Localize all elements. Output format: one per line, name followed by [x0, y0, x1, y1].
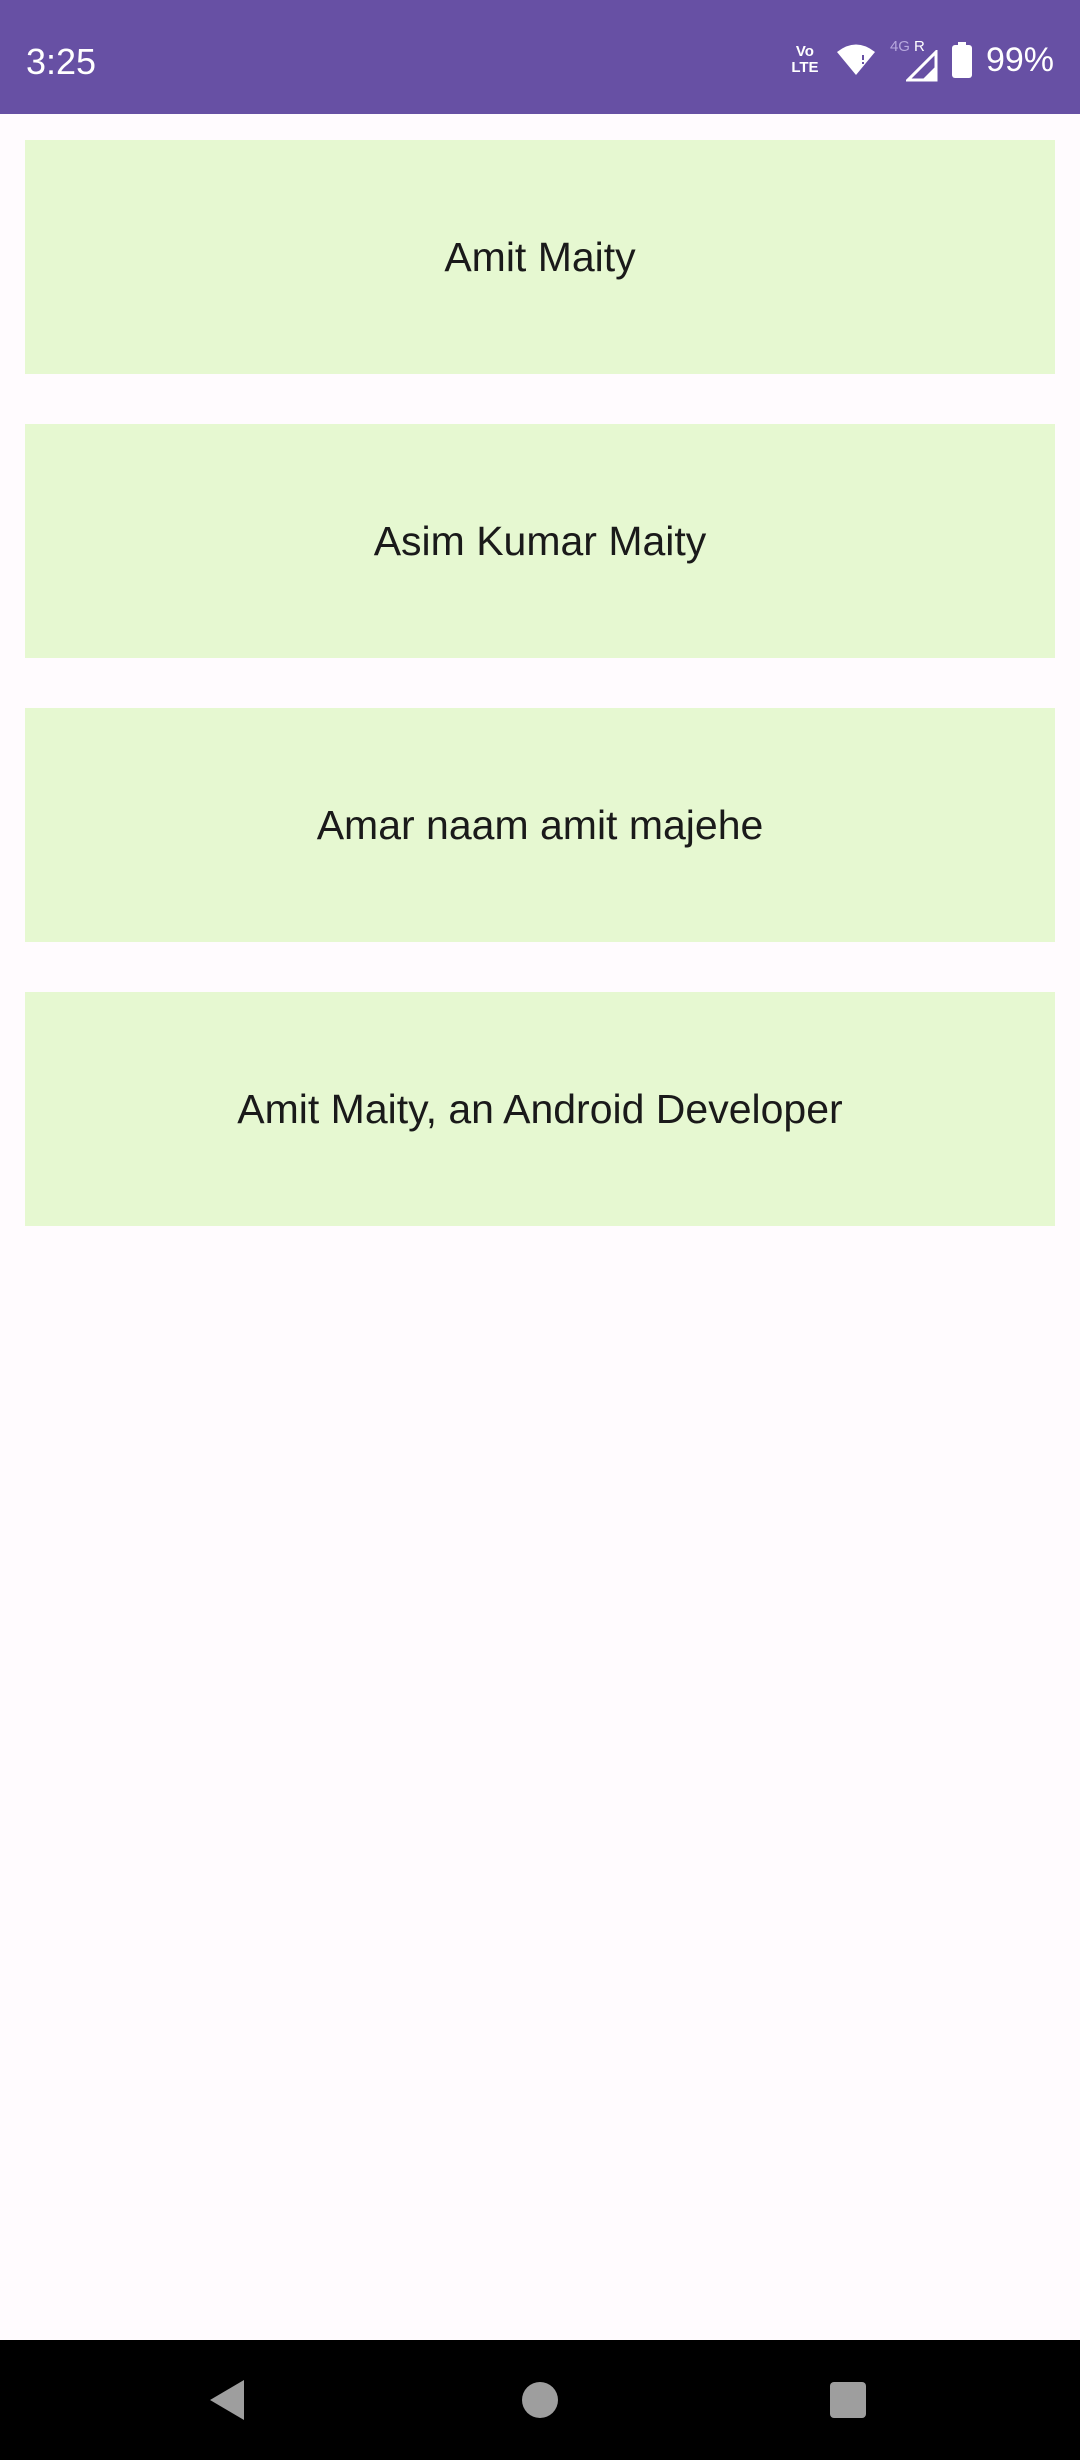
volte-icon: Vo LTE	[788, 44, 822, 76]
list-item[interactable]: Amar naam amit majehe	[25, 708, 1055, 942]
list-item-label: Asim Kumar Maity	[373, 517, 707, 564]
list-item[interactable]: Asim Kumar Maity	[25, 424, 1055, 658]
battery-percentage: 99%	[985, 41, 1054, 79]
list-item[interactable]: Amit Maity, an Android Developer	[25, 992, 1055, 1226]
recents-button[interactable]	[788, 2340, 908, 2460]
navigation-bar	[0, 2340, 1080, 2460]
recents-icon	[830, 2382, 866, 2418]
back-button[interactable]	[168, 2340, 288, 2460]
cellular-signal-icon: 4G R	[890, 38, 938, 82]
volte-label-top: Vo	[795, 43, 814, 60]
list-item[interactable]: Amit Maity	[25, 140, 1055, 374]
home-icon	[522, 2382, 558, 2418]
volte-label-bottom: LTE	[791, 59, 819, 76]
wifi-icon	[836, 44, 875, 75]
list-item-label: Amit Maity, an Android Developer	[237, 1085, 843, 1132]
signal-bars-icon	[905, 50, 938, 82]
battery-icon	[951, 42, 972, 78]
list-item-label: Amit Maity	[444, 233, 636, 280]
list-item-label: Amar naam amit majehe	[316, 801, 764, 848]
home-button[interactable]	[480, 2340, 600, 2460]
status-bar: 3:25 Vo LTE 4G R 99%	[0, 0, 1080, 114]
back-icon	[210, 2380, 244, 2420]
status-time: 3:25	[26, 41, 97, 82]
status-icons: Vo LTE 4G R 99%	[788, 36, 1054, 84]
